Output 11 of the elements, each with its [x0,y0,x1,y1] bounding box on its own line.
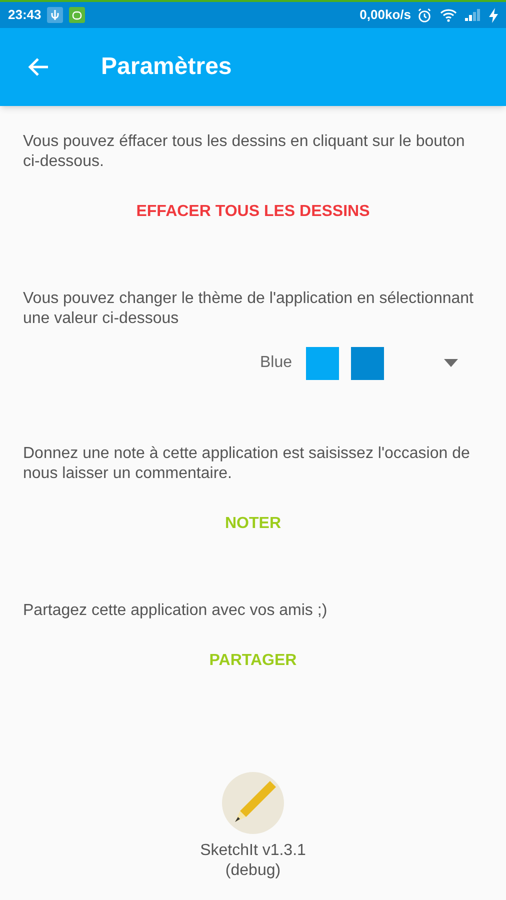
section-description: Vous pouvez éffacer tous les dessins en cliquant sur le bouton ci-dessous. [23,132,466,172]
action-button[interactable]: EFFACER TOUS LES DESSINS [128,196,378,228]
section-description: Donnez une note à cette application est saisissez l'occasion de nous laisser un commentaire. [23,444,471,484]
status-time: 23:43 [8,6,42,24]
theme-dropdown[interactable]: Blue [260,343,483,383]
section-description: Vous pouvez changer le thème de l'application en sélectionnant une valeur ci-dessous [23,289,474,329]
section-description: Partagez cette application avec vos amis ;) [23,601,328,621]
window-title: Paramètres [101,52,232,82]
app-version: SketchIt v1.3.1 [200,841,306,861]
network-speed: 0,00ko/s [360,6,411,24]
build-type: (debug) [225,861,281,881]
